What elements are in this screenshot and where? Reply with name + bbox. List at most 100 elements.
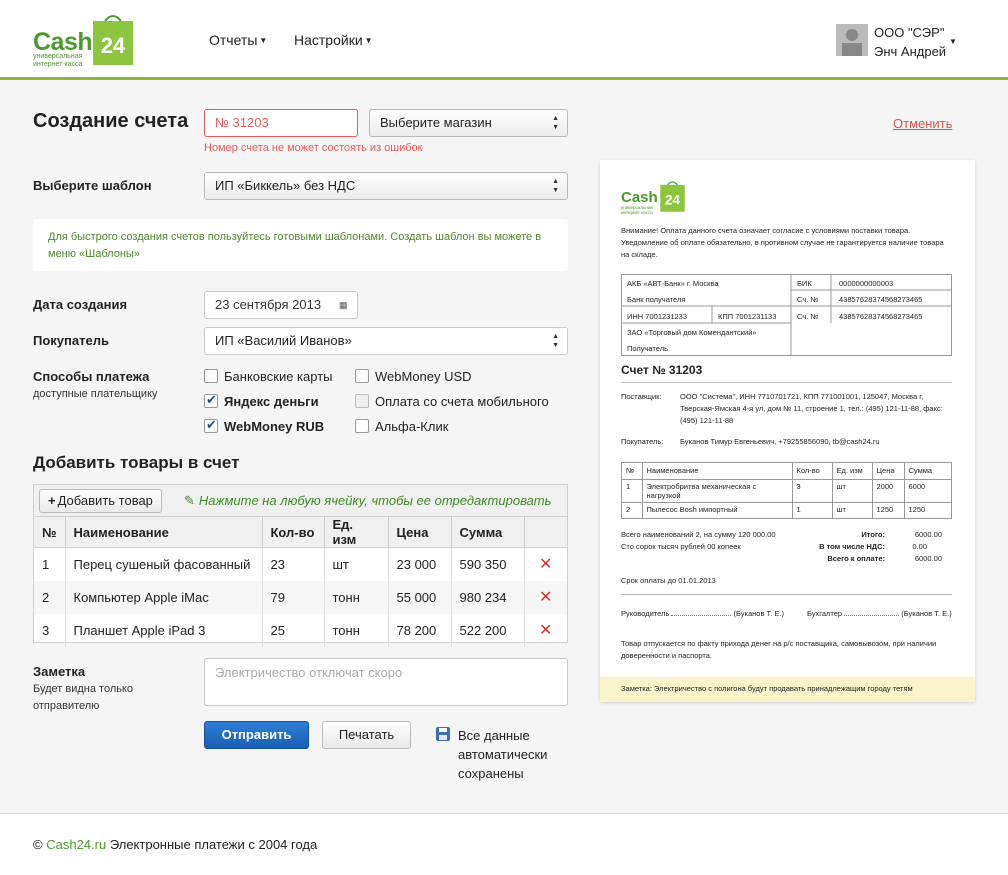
total-names: Всего наименований 2, на сумму 120 000.0… xyxy=(621,529,776,541)
column-header: Ед. изм xyxy=(832,463,873,480)
cell-qty[interactable]: 79 xyxy=(262,580,325,614)
cell-unit: шт xyxy=(832,502,873,518)
checkbox-mobile-payment[interactable]: Оплата со счета мобильного xyxy=(355,394,549,409)
select-arrows-icon: ▲ ▼ xyxy=(552,333,559,349)
select-arrows-icon: ▲ ▼ xyxy=(552,115,559,131)
cell-name[interactable]: Компьютер Apple iMac xyxy=(65,580,263,614)
cell-price[interactable]: 23 000 xyxy=(388,547,452,581)
nav-reports-label: Отчеты xyxy=(209,32,258,48)
itogo-label: Итого: xyxy=(861,530,885,539)
payment-label: Способы платежа xyxy=(33,369,150,384)
copyright-icon: © xyxy=(33,837,43,852)
cell-sum[interactable]: 522 200 xyxy=(451,613,525,647)
checkbox-yandex-money[interactable]: Яндекс деньги xyxy=(204,392,319,409)
note-textarea[interactable]: Электричество отключат скоро xyxy=(204,658,568,706)
cell-name[interactable]: Планшет Apple iPad 3 xyxy=(65,613,263,647)
invoice-number-error: Номер счета не может состоять из ошибок xyxy=(204,142,423,154)
cell-number[interactable]: 1 xyxy=(34,547,66,581)
page-title: Создание счета xyxy=(33,110,189,132)
checkbox-alfa-click[interactable]: Альфа-Клик xyxy=(355,419,448,434)
buyer-select[interactable]: ИП «Василий Иванов» ▲ ▼ xyxy=(204,327,568,355)
cell-sum: 6000 xyxy=(904,479,951,503)
calendar-icon[interactable]: ▦ xyxy=(339,300,349,310)
buyer-label: Покупатель: xyxy=(621,437,664,446)
checkbox-bank-cards[interactable]: Банковские карты xyxy=(204,369,333,384)
logo[interactable]: Cash 24 универсальная интернет касса xyxy=(33,13,137,69)
cell-sum[interactable]: 980 234 xyxy=(451,580,525,614)
template-select[interactable]: ИП «Биккель» без НДС ▲ ▼ xyxy=(204,172,568,200)
column-header[interactable]: Цена xyxy=(388,517,452,548)
delete-row-icon[interactable]: ✕ xyxy=(524,580,567,614)
checkbox-box[interactable] xyxy=(204,417,218,433)
checkbox-webmoney-rub[interactable]: WebMoney RUB xyxy=(204,417,324,434)
to-pay-label: Всего к оплате: xyxy=(827,554,885,563)
cell-name: Пылесос Bosh импортный xyxy=(642,502,793,518)
head-label: Руководитель xyxy=(621,609,670,618)
column-header[interactable]: Наименование xyxy=(65,517,263,548)
cell-qty[interactable]: 23 xyxy=(262,547,325,581)
checkbox-box[interactable] xyxy=(355,394,369,408)
buyer-value: Буканов Тимур Евгеньевич, +79255856090, … xyxy=(680,437,880,446)
table-row: 1 Электробритва механическая с нагрузкой… xyxy=(622,479,951,503)
avatar[interactable] xyxy=(836,24,868,56)
table-row: 2 Пылесос Bosh импортный 1 шт 1250 1250 xyxy=(622,502,951,518)
accountant-label: Бухгалтер xyxy=(807,609,843,618)
delete-row-icon[interactable]: ✕ xyxy=(524,614,567,647)
release-note: Товар отпускается по факту прихода денег… xyxy=(621,639,937,660)
table-row: 1 Перец сушеный фасованный 23 шт 23 000 … xyxy=(34,547,567,581)
cell-qty[interactable]: 25 xyxy=(262,613,325,647)
checkbox-box[interactable] xyxy=(204,369,218,383)
signature-line xyxy=(844,615,900,616)
user-icon xyxy=(842,29,862,56)
supplier-value: ООО "Система", ИНН 7710701721, КПП 77100… xyxy=(680,392,943,425)
checkbox-box[interactable] xyxy=(204,392,218,408)
shop-select[interactable]: Выберите магазин ▲ ▼ xyxy=(369,109,568,137)
cell-qty: 1 xyxy=(792,502,833,518)
plus-icon: + xyxy=(48,493,56,508)
cell-unit[interactable]: тонн xyxy=(324,613,389,647)
cell-price[interactable]: 55 000 xyxy=(388,580,452,614)
cell-number[interactable]: 2 xyxy=(34,580,66,614)
print-button[interactable]: Печатать xyxy=(322,721,411,749)
cell-unit[interactable]: тонн xyxy=(324,580,389,614)
cell-price[interactable]: 78 200 xyxy=(388,613,452,647)
cell-qty: 3 xyxy=(792,479,833,503)
cell-sum[interactable]: 590 350 xyxy=(451,547,525,581)
to-pay-value: 6000.00 xyxy=(914,554,942,563)
checkbox-box[interactable] xyxy=(355,369,369,383)
buyer-label: Покупатель xyxy=(33,333,109,348)
column-header[interactable]: Ед. изм xyxy=(324,517,389,548)
total-names-label: Всего наименований 2, на сумму xyxy=(621,530,736,539)
column-header[interactable]: № xyxy=(34,517,66,548)
user-name: Энч Андрей xyxy=(874,44,947,59)
add-item-button[interactable]: + Добавить товар xyxy=(39,489,162,513)
column-header[interactable]: Кол-во xyxy=(262,517,325,548)
column-header[interactable]: Сумма xyxy=(451,517,525,548)
template-select-value: ИП «Биккель» без НДС xyxy=(215,178,356,193)
date-input[interactable]: 23 сентября 2013 ▦ xyxy=(204,291,358,319)
cell-number[interactable]: 3 xyxy=(34,613,66,647)
invoice-number-input[interactable]: № 31203 xyxy=(204,109,358,137)
send-button[interactable]: Отправить xyxy=(204,721,309,749)
invoice-items-grid: № Наименование Кол-во Ед. изм Цена Сумма… xyxy=(622,463,951,518)
divider xyxy=(621,594,952,595)
cell-price: 2000 xyxy=(872,479,905,503)
chevron-down-icon[interactable]: ▼ xyxy=(949,37,957,46)
cell-name[interactable]: Перец сушеный фасованный xyxy=(65,547,263,581)
chevron-down-icon: ▼ xyxy=(364,36,373,45)
header: Cash 24 универсальная интернет касса Отч… xyxy=(0,0,1008,80)
cancel-link[interactable]: Отменить xyxy=(893,116,952,131)
invoice-warning: Внимание! Оплата данного счета означает … xyxy=(621,226,944,259)
pencil-icon: ✎ xyxy=(184,493,195,508)
template-hint: Для быстрого создания счетов пользуйтесь… xyxy=(33,219,568,271)
delete-row-icon[interactable]: ✕ xyxy=(524,548,567,581)
footer-link[interactable]: Cash24.ru xyxy=(46,837,106,852)
nav-reports[interactable]: Отчеты ▼ xyxy=(209,32,267,48)
user-menu[interactable]: ООО "СЭР" Энч Андрей xyxy=(874,23,946,61)
nds-value: 0.00 xyxy=(912,542,927,551)
chevron-down-icon: ▼ xyxy=(259,36,268,45)
checkbox-box[interactable] xyxy=(355,419,369,433)
checkbox-webmoney-usd[interactable]: WebMoney USD xyxy=(355,369,472,384)
nav-settings[interactable]: Настройки ▼ xyxy=(294,32,373,48)
cell-unit[interactable]: шт xyxy=(324,547,389,581)
